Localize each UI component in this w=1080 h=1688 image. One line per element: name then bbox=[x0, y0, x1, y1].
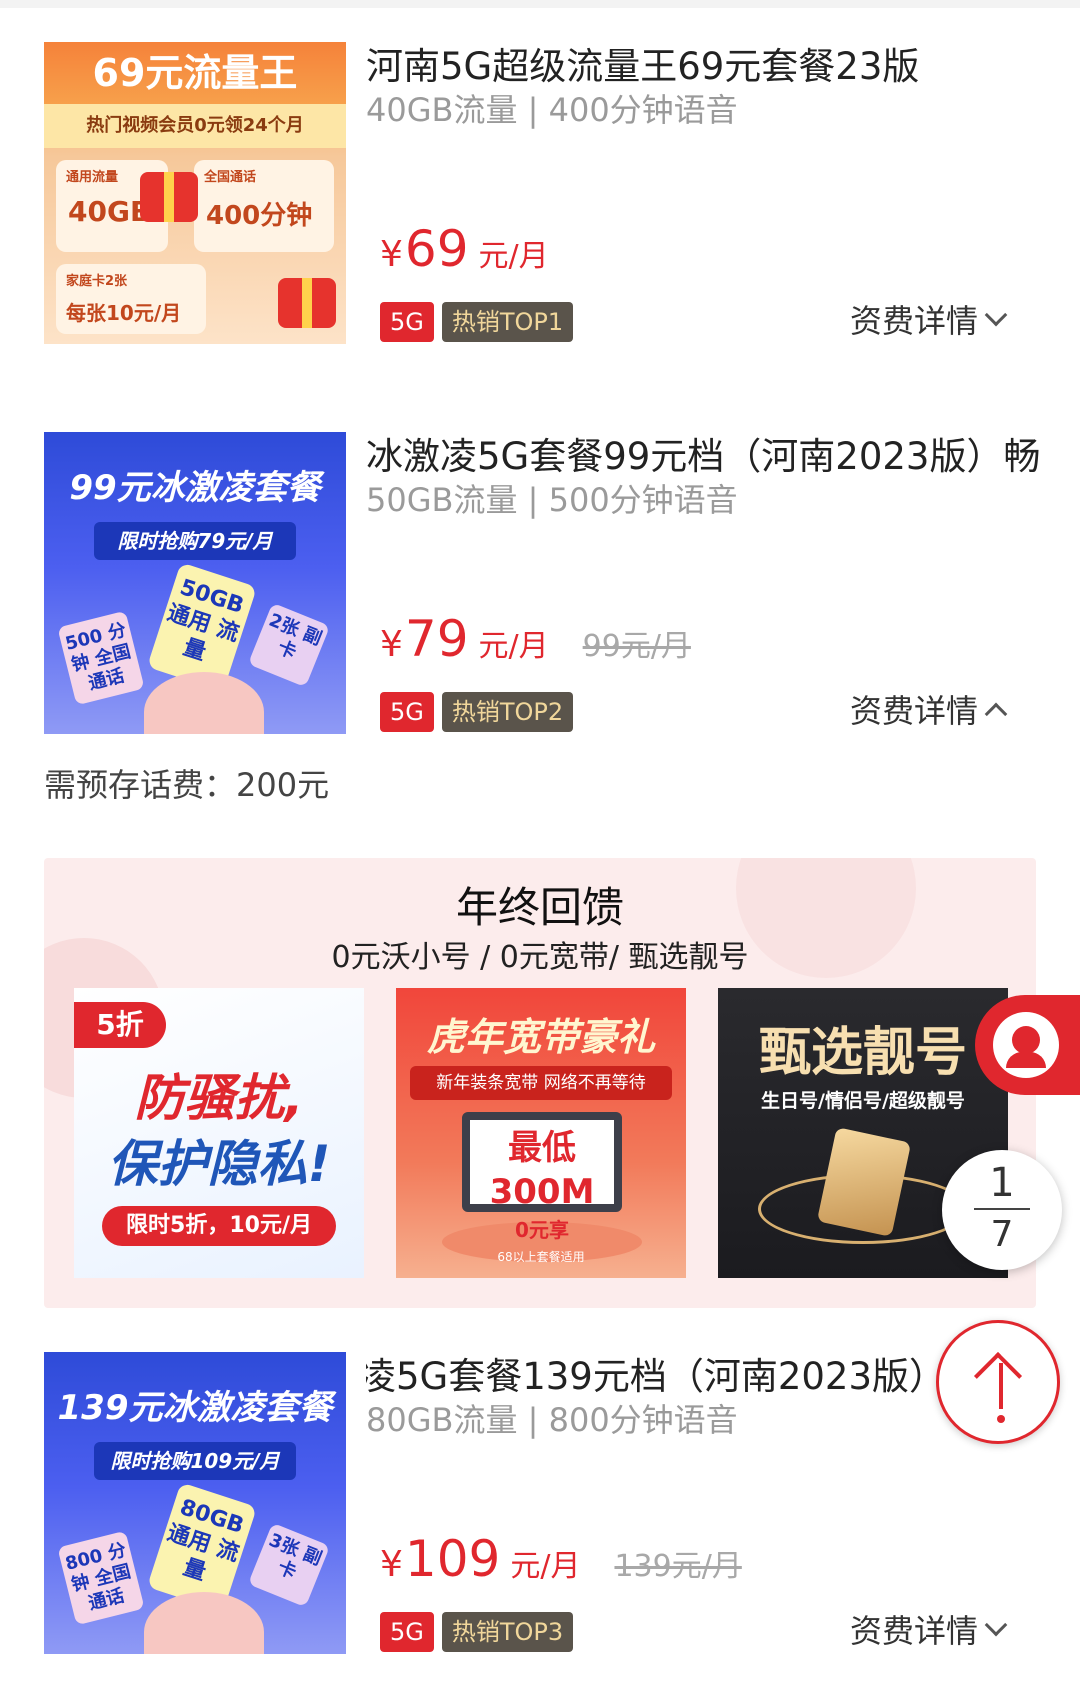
speed-label: 最低300M bbox=[489, 1128, 595, 1212]
product-title[interactable]: 河南5G超级流量王69元套餐23版 bbox=[366, 42, 1046, 92]
thumb-strip: 热门视频会员0元领24个月 bbox=[44, 104, 346, 148]
thumb-box-label: 全国通话 bbox=[204, 170, 257, 185]
thumb-box-value: 400分钟 bbox=[206, 201, 313, 231]
chevron-down-icon bbox=[984, 1613, 1008, 1637]
thumb-box-value: 每张10元/月 bbox=[66, 301, 182, 325]
fee-details-toggle[interactable]: 资费详情 bbox=[849, 1606, 1008, 1652]
fee-details-toggle[interactable]: 资费详情 bbox=[849, 686, 1008, 732]
tag-5g: 5G bbox=[380, 1612, 434, 1652]
tag-5g: 5G bbox=[380, 302, 434, 342]
product-subtitle: 80GB流量 | 800分钟语音 bbox=[366, 1401, 738, 1439]
original-price: 99元/月 bbox=[582, 629, 691, 664]
top-divider bbox=[0, 0, 1080, 8]
price-unit: 元/月 bbox=[478, 239, 549, 274]
arrow-stem bbox=[999, 1363, 1003, 1409]
banner-headline: 虎年宽带豪礼 bbox=[426, 1015, 655, 1059]
banner-headline: 甄选靓号 bbox=[758, 1023, 967, 1083]
price-value: 69 bbox=[404, 220, 469, 278]
thumb-promo-pill: 限时抢购109元/月 bbox=[94, 1442, 296, 1480]
tag-5g: 5G bbox=[380, 692, 434, 732]
thumb-family-box: 家庭卡2张 每张10元/月 bbox=[56, 264, 206, 334]
product-thumbnail[interactable]: 69元流量王 热门视频会员0元领24个月 通用流量 40GB 全国通话 400分… bbox=[44, 42, 346, 344]
price-value: 79 bbox=[404, 610, 469, 668]
promo-banner-anti-spam[interactable]: 5折 防骚扰, 保护隐私! 限时5折，10元/月 bbox=[74, 988, 364, 1278]
banner-line: 防骚扰, bbox=[134, 1069, 304, 1127]
tag-hot-sale: 热销TOP1 bbox=[441, 302, 574, 342]
thumb-promo-pill: 限时抢购79元/月 bbox=[94, 522, 296, 560]
price-row: ¥ 69 元/月 bbox=[380, 220, 549, 278]
tag-list: 5G 热销TOP3 bbox=[380, 1612, 574, 1652]
thumb-voice-card: 800 分钟 全国通话 bbox=[57, 1530, 145, 1626]
fee-details-label: 资费详情 bbox=[849, 1612, 978, 1650]
price-unit: 元/月 bbox=[478, 629, 549, 664]
tag-list: 5G 热销TOP2 bbox=[380, 692, 574, 732]
banner-subtitle: 生日号/情侣号/超级靓号 bbox=[761, 1090, 965, 1112]
promo-banner-broadband[interactable]: 虎年宽带豪礼 新年装条宽带 网络不再等待 最低300M 0元享 68以上套餐适用 bbox=[396, 988, 686, 1278]
page-indicator: 1 7 bbox=[942, 1150, 1062, 1270]
gift-icon bbox=[278, 278, 336, 328]
product-title-text: 冰激凌5G套餐99元档（河南2023版）畅 bbox=[366, 435, 1041, 478]
price-row: ¥ 79 元/月 99元/月 bbox=[380, 610, 691, 668]
promo-subtitle: 0元沃小号 / 0元宽带/ 甄选靓号 bbox=[331, 940, 749, 975]
current-page: 1 bbox=[989, 1160, 1015, 1206]
page-divider bbox=[974, 1208, 1030, 1210]
product-title-text: 冰激凌5G套餐139元档（河南2023版） bbox=[366, 1355, 946, 1398]
banner-bar: 新年装条宽带 网络不再等待 bbox=[410, 1066, 672, 1100]
total-pages: 7 bbox=[990, 1214, 1014, 1255]
customer-service-button[interactable] bbox=[975, 995, 1080, 1095]
hand-illustration bbox=[144, 1592, 264, 1654]
price-value: 109 bbox=[404, 1530, 501, 1588]
original-price: 139元/月 bbox=[614, 1549, 742, 1584]
price-unit: 元/月 bbox=[510, 1549, 581, 1584]
hand-illustration bbox=[144, 672, 264, 734]
banner-line: 保护隐私! bbox=[107, 1135, 331, 1193]
free-label: 0元享 bbox=[515, 1218, 569, 1242]
thumb-headline: 99元冰激凌套餐 bbox=[69, 468, 321, 508]
back-to-top-button[interactable] bbox=[936, 1320, 1060, 1444]
banner-footnote: 68以上套餐适用 bbox=[497, 1250, 585, 1264]
price-symbol: ¥ bbox=[380, 624, 403, 665]
promo-title: 年终回馈 bbox=[455, 883, 624, 932]
thumb-voice-card: 500 分钟 全国通话 bbox=[57, 610, 145, 706]
chevron-down-icon bbox=[984, 303, 1008, 327]
banner-offer: 限时5折，10元/月 bbox=[102, 1206, 336, 1246]
tag-hot-sale: 热销TOP2 bbox=[441, 692, 574, 732]
fee-details-label: 资费详情 bbox=[849, 302, 978, 340]
thumb-headline: 139元冰激凌套餐 bbox=[57, 1388, 333, 1428]
gift-icon bbox=[140, 172, 198, 222]
product-subtitle: 40GB流量 | 400分钟语音 bbox=[366, 91, 738, 129]
product-thumbnail[interactable]: 99元冰激凌套餐 限时抢购79元/月 50GB 通用 流量 500 分钟 全国通… bbox=[44, 432, 346, 734]
product-thumbnail[interactable]: 139元冰激凌套餐 限时抢购109元/月 80GB 通用 流量 800 分钟 全… bbox=[44, 1352, 346, 1654]
arrow-dot bbox=[997, 1415, 1005, 1423]
product-title[interactable]: 冰激凌5G套餐99元档（河南2023版）畅 bbox=[366, 432, 1046, 482]
price-row: ¥ 109 元/月 139元/月 bbox=[380, 1530, 742, 1588]
deposit-note: 需预存话费：200元 bbox=[44, 766, 330, 804]
arrow-up-icon bbox=[973, 1351, 1023, 1401]
tag-list: 5G 热销TOP1 bbox=[380, 302, 574, 342]
tag-hot-sale: 热销TOP3 bbox=[441, 1612, 574, 1652]
product-subtitle: 50GB流量 | 500分钟语音 bbox=[366, 481, 738, 519]
year-end-promo: 年终回馈 0元沃小号 / 0元宽带/ 甄选靓号 5折 防骚扰, 保护隐私! 限时… bbox=[44, 858, 1036, 1308]
price-symbol: ¥ bbox=[380, 234, 403, 275]
fee-details-label: 资费详情 bbox=[849, 692, 978, 730]
customer-service-icon bbox=[993, 1012, 1059, 1078]
price-symbol: ¥ bbox=[380, 1544, 403, 1585]
product-title[interactable]: 冰激凌5G套餐139元档（河南2023版） bbox=[366, 1352, 946, 1402]
thumb-headline: 69元流量王 bbox=[44, 42, 346, 104]
monitor-illustration: 最低300M 0元享 bbox=[462, 1112, 622, 1242]
thumb-box-label: 家庭卡2张 bbox=[66, 274, 128, 289]
thumb-voice-box: 全国通话 400分钟 bbox=[194, 160, 334, 252]
chevron-up-icon bbox=[984, 702, 1008, 726]
thumb-sim-card: 2张 副卡 bbox=[247, 602, 331, 688]
discount-badge: 5折 bbox=[74, 1002, 166, 1048]
thumb-sim-card: 3张 副卡 bbox=[247, 1522, 331, 1608]
fee-details-toggle[interactable]: 资费详情 bbox=[849, 296, 1008, 342]
